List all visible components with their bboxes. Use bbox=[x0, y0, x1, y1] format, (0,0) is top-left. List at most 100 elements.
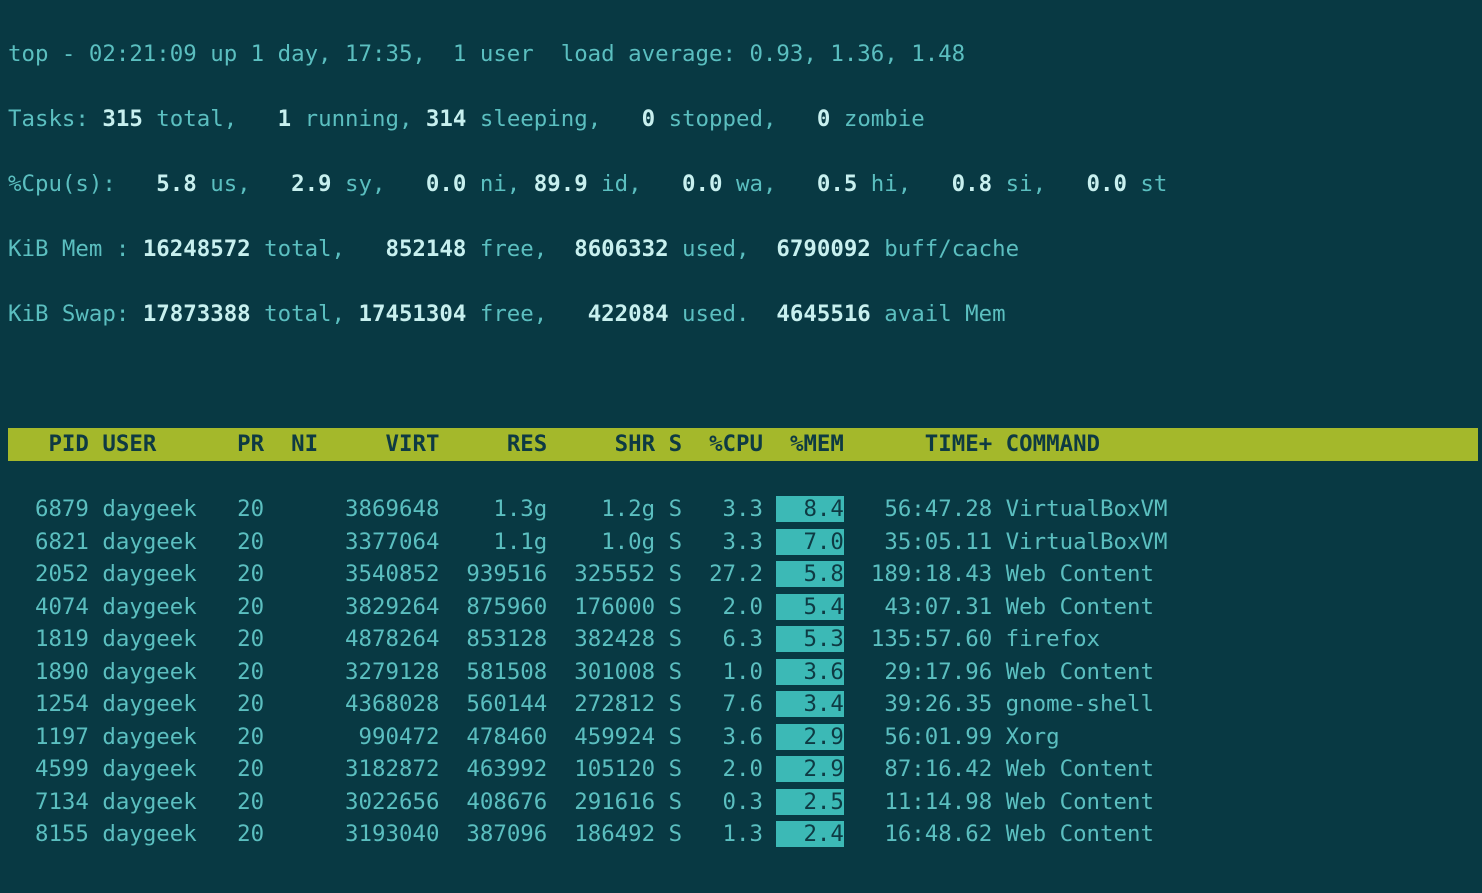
cell-s: S bbox=[669, 561, 682, 587]
mem-free: 852148 bbox=[345, 236, 466, 262]
cell-pr: 20 bbox=[224, 529, 264, 555]
cell-command: Web Content bbox=[1006, 594, 1195, 620]
cell-ni bbox=[278, 691, 318, 717]
tasks-total: 315 bbox=[102, 106, 142, 132]
cell-mem: 5.4 bbox=[776, 594, 843, 620]
cell-shr: 272812 bbox=[561, 691, 655, 717]
table-row[interactable]: 8155 daygeek 20 3193040 387096 186492 S … bbox=[8, 818, 1478, 850]
cell-pid: 1254 bbox=[8, 691, 89, 717]
cell-res: 387096 bbox=[453, 821, 547, 847]
table-row[interactable]: 1890 daygeek 20 3279128 581508 301008 S … bbox=[8, 656, 1478, 688]
col-pid: PID bbox=[8, 431, 89, 457]
cell-shr: 176000 bbox=[561, 594, 655, 620]
table-row[interactable]: 1254 daygeek 20 4368028 560144 272812 S … bbox=[8, 688, 1478, 720]
col-shr: SHR bbox=[561, 431, 655, 457]
blank-line bbox=[8, 363, 1478, 395]
cell-time: 189:18.43 bbox=[857, 561, 992, 587]
table-row[interactable]: 4074 daygeek 20 3829264 875960 176000 S … bbox=[8, 591, 1478, 623]
cell-virt: 3829264 bbox=[332, 594, 440, 620]
cell-pr: 20 bbox=[224, 626, 264, 652]
cell-s: S bbox=[669, 724, 682, 750]
table-row[interactable]: 1197 daygeek 20 990472 478460 459924 S 3… bbox=[8, 721, 1478, 753]
cell-pr: 20 bbox=[224, 496, 264, 522]
cell-cpu: 1.0 bbox=[696, 659, 763, 685]
cell-time: 87:16.42 bbox=[857, 756, 992, 782]
cell-shr: 459924 bbox=[561, 724, 655, 750]
cell-command: Xorg bbox=[1006, 724, 1195, 750]
cell-res: 853128 bbox=[453, 626, 547, 652]
cell-ni bbox=[278, 626, 318, 652]
cell-command: Web Content bbox=[1006, 659, 1195, 685]
table-row[interactable]: 1819 daygeek 20 4878264 853128 382428 S … bbox=[8, 623, 1478, 655]
cpu-si: 0.8 bbox=[911, 171, 992, 197]
cell-mem: 2.5 bbox=[776, 789, 843, 815]
cell-s: S bbox=[669, 626, 682, 652]
table-row[interactable]: 4599 daygeek 20 3182872 463992 105120 S … bbox=[8, 753, 1478, 785]
swap-free: 17451304 bbox=[345, 301, 466, 327]
cell-shr: 105120 bbox=[561, 756, 655, 782]
mem-line: KiB Mem : 16248572 total, 852148 free, 8… bbox=[8, 233, 1478, 265]
cpu-line: %Cpu(s): 5.8 us, 2.9 sy, 0.0 ni, 89.9 id… bbox=[8, 168, 1478, 200]
col-pr: PR bbox=[224, 431, 264, 457]
cpu-wa: 0.0 bbox=[642, 171, 723, 197]
col-cpu: %CPU bbox=[696, 431, 763, 457]
table-row[interactable]: 2052 daygeek 20 3540852 939516 325552 S … bbox=[8, 558, 1478, 590]
cell-command: VirtualBoxVM bbox=[1006, 529, 1195, 555]
cell-pid: 6821 bbox=[8, 529, 89, 555]
cell-s: S bbox=[669, 529, 682, 555]
cell-command: VirtualBoxVM bbox=[1006, 496, 1195, 522]
mem-buff: 6790092 bbox=[749, 236, 870, 262]
cpu-hi: 0.5 bbox=[776, 171, 857, 197]
cell-ni bbox=[278, 789, 318, 815]
cell-cpu: 7.6 bbox=[696, 691, 763, 717]
cell-pid: 4599 bbox=[8, 756, 89, 782]
cell-virt: 4878264 bbox=[332, 626, 440, 652]
cell-time: 56:47.28 bbox=[857, 496, 992, 522]
cell-ni bbox=[278, 659, 318, 685]
cell-pr: 20 bbox=[224, 724, 264, 750]
cell-cpu: 3.6 bbox=[696, 724, 763, 750]
cell-res: 408676 bbox=[453, 789, 547, 815]
table-row[interactable]: 6821 daygeek 20 3377064 1.1g 1.0g S 3.3 … bbox=[8, 526, 1478, 558]
cell-res: 581508 bbox=[453, 659, 547, 685]
cell-time: 35:05.11 bbox=[857, 529, 992, 555]
cell-ni bbox=[278, 821, 318, 847]
cell-shr: 1.2g bbox=[561, 496, 655, 522]
cell-pid: 1819 bbox=[8, 626, 89, 652]
cell-virt: 3869648 bbox=[332, 496, 440, 522]
cell-virt: 990472 bbox=[332, 724, 440, 750]
cell-pr: 20 bbox=[224, 659, 264, 685]
cell-mem: 3.4 bbox=[776, 691, 843, 717]
cell-s: S bbox=[669, 756, 682, 782]
cell-s: S bbox=[669, 496, 682, 522]
cell-shr: 291616 bbox=[561, 789, 655, 815]
swap-total: 17873388 bbox=[143, 301, 251, 327]
col-ni: NI bbox=[278, 431, 318, 457]
cpu-ni: 0.0 bbox=[385, 171, 466, 197]
cell-cpu: 0.3 bbox=[696, 789, 763, 815]
cpu-st: 0.0 bbox=[1046, 171, 1127, 197]
cell-user: daygeek bbox=[102, 529, 223, 555]
tasks-stopped: 0 bbox=[601, 106, 655, 132]
tasks-zombie: 0 bbox=[776, 106, 830, 132]
table-row[interactable]: 7134 daygeek 20 3022656 408676 291616 S … bbox=[8, 786, 1478, 818]
cell-mem: 2.9 bbox=[776, 724, 843, 750]
cell-virt: 3193040 bbox=[332, 821, 440, 847]
cell-res: 1.1g bbox=[453, 529, 547, 555]
column-header[interactable]: PID USER PR NI VIRT RES SHR S %CPU %MEM … bbox=[8, 428, 1478, 460]
load-average: 0.93, 1.36, 1.48 bbox=[749, 41, 965, 67]
uptime: 1 day, 17:35 bbox=[251, 41, 413, 67]
col-virt: VIRT bbox=[332, 431, 440, 457]
cell-mem: 3.6 bbox=[776, 659, 843, 685]
current-time: 02:21:09 bbox=[89, 41, 197, 67]
cell-s: S bbox=[669, 789, 682, 815]
cell-s: S bbox=[669, 821, 682, 847]
cell-user: daygeek bbox=[102, 561, 223, 587]
col-command: COMMAND bbox=[1006, 431, 1383, 457]
cell-user: daygeek bbox=[102, 659, 223, 685]
table-row[interactable]: 6879 daygeek 20 3869648 1.3g 1.2g S 3.3 … bbox=[8, 493, 1478, 525]
cell-pid: 8155 bbox=[8, 821, 89, 847]
cell-res: 478460 bbox=[453, 724, 547, 750]
cell-pid: 2052 bbox=[8, 561, 89, 587]
col-s: S bbox=[669, 431, 682, 457]
